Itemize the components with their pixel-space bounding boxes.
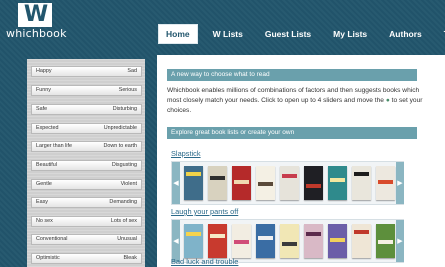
intro-text-part-1: Whichbook enables millions of combinatio…: [167, 87, 420, 104]
logo-mark: W: [18, 3, 52, 27]
slider-beautiful-disgusting[interactable]: Beautiful Disgusting: [31, 160, 142, 171]
slider-safe-disturbing[interactable]: Safe Disturbing: [31, 104, 142, 115]
slider-right-label: Violent: [120, 181, 137, 187]
slider-panel: Happy Sad Funny Serious Safe Disturbing …: [27, 59, 145, 267]
intro-text: Whichbook enables millions of combinatio…: [167, 86, 427, 116]
slider-left-label: No sex: [36, 218, 53, 224]
carousel-next-button[interactable]: ▶: [396, 162, 404, 204]
slider-sex[interactable]: No sex Lots of sex: [31, 216, 142, 227]
slider-right-label: Lots of sex: [110, 218, 137, 224]
slider-right-label: Unusual: [117, 236, 137, 242]
book-cover[interactable]: [208, 166, 227, 200]
book-cover[interactable]: [256, 166, 275, 200]
book-cover[interactable]: [304, 166, 323, 200]
slider-left-label: Beautiful: [36, 162, 57, 168]
slider-larger-than-life[interactable]: Larger than life Down to earth: [31, 141, 142, 152]
slider-expected-unpredictable[interactable]: Expected Unpredictable: [31, 123, 142, 134]
tab-titles[interactable]: Titles: [437, 24, 445, 44]
book-cover[interactable]: [256, 224, 275, 258]
slider-conventional-unusual[interactable]: Conventional Unusual: [31, 234, 142, 245]
slider-left-label: Conventional: [36, 236, 68, 242]
slider-right-label: Demanding: [109, 199, 137, 205]
slider-left-label: Gentle: [36, 181, 52, 187]
leaf-icon: ●: [385, 97, 390, 104]
tab-authors[interactable]: Authors: [382, 24, 429, 44]
slider-left-label: Safe: [36, 106, 48, 112]
book-cover[interactable]: [328, 224, 347, 258]
slider-right-label: Sad: [127, 68, 137, 74]
list-title-bad-luck-and-trouble[interactable]: Bad luck and trouble: [171, 257, 238, 267]
slider-right-label: Down to earth: [103, 143, 137, 149]
tab-w-lists[interactable]: W Lists: [206, 24, 250, 44]
slider-left-label: Funny: [36, 87, 51, 93]
slider-funny-serious[interactable]: Funny Serious: [31, 85, 142, 96]
book-cover[interactable]: [352, 166, 371, 200]
explore-heading: Explore great book lists or create your …: [167, 127, 417, 139]
logo-text: whichbook: [6, 27, 67, 40]
book-cover[interactable]: [184, 224, 203, 258]
slider-optimistic-bleak[interactable]: Optimistic Bleak: [31, 253, 142, 264]
book-carousel-slapstick: ◀ ▶: [171, 161, 404, 205]
book-cover[interactable]: [304, 224, 323, 258]
book-cover[interactable]: [376, 224, 395, 258]
carousel-next-button[interactable]: ▶: [396, 220, 404, 262]
slider-right-label: Serious: [118, 87, 137, 93]
slider-happy-sad[interactable]: Happy Sad: [31, 66, 142, 77]
slider-left-label: Optimistic: [36, 255, 60, 261]
slider-right-label: Bleak: [123, 255, 138, 261]
tab-my-lists[interactable]: My Lists: [326, 24, 374, 44]
slider-left-label: Larger than life: [36, 143, 72, 149]
carousel-prev-button[interactable]: ◀: [172, 220, 180, 262]
whichbook-logo[interactable]: W whichbook: [6, 3, 70, 45]
book-cover[interactable]: [208, 224, 227, 258]
slider-right-label: Disgusting: [111, 162, 137, 168]
book-cover[interactable]: [352, 224, 371, 258]
slider-right-label: Unpredictable: [103, 125, 137, 131]
book-cover[interactable]: [280, 224, 299, 258]
slider-left-label: Easy: [36, 199, 48, 205]
book-cover[interactable]: [232, 224, 251, 258]
book-cover[interactable]: [328, 166, 347, 200]
slider-left-label: Happy: [36, 68, 52, 74]
main-content: A new way to choose what to read Whichbo…: [157, 55, 445, 267]
list-title-slapstick[interactable]: Slapstick: [171, 149, 201, 159]
slider-gentle-violent[interactable]: Gentle Violent: [31, 179, 142, 190]
book-cover[interactable]: [376, 166, 395, 200]
book-cover[interactable]: [280, 166, 299, 200]
tab-guest-lists[interactable]: Guest Lists: [258, 24, 318, 44]
carousel-prev-button[interactable]: ◀: [172, 162, 180, 204]
tab-home[interactable]: Home: [158, 24, 198, 44]
slider-easy-demanding[interactable]: Easy Demanding: [31, 197, 142, 208]
list-title-laugh-your-pants-off[interactable]: Laugh your pants off: [171, 207, 238, 217]
slider-right-label: Disturbing: [112, 106, 137, 112]
book-cover[interactable]: [184, 166, 203, 200]
slider-left-label: Expected: [36, 125, 59, 131]
intro-heading: A new way to choose what to read: [167, 69, 417, 81]
main-nav: Home W Lists Guest Lists My Lists Author…: [158, 24, 445, 44]
book-cover[interactable]: [232, 166, 251, 200]
